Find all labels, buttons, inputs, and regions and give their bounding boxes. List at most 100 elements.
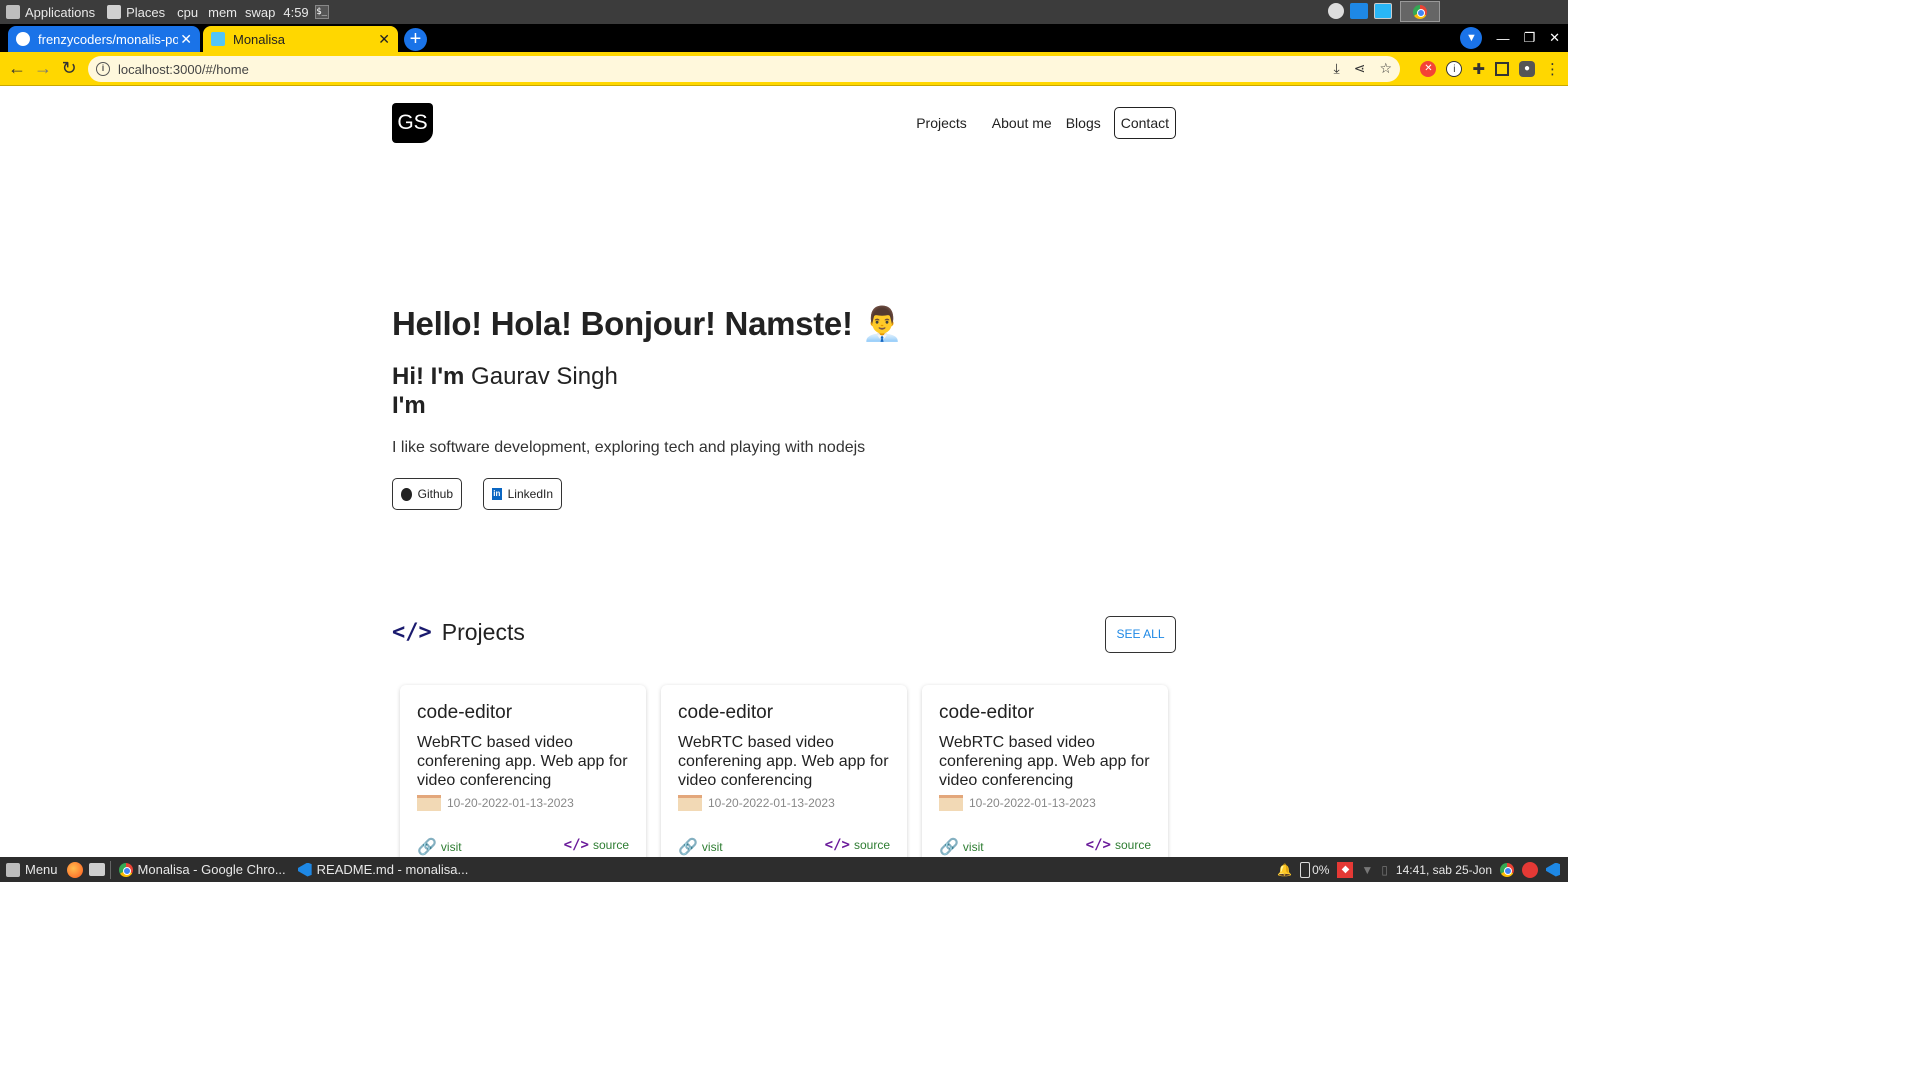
tab-monalisa[interactable]: Monalisa ✕: [203, 26, 398, 52]
project-date-text: 10-20-2022-01-13-2023: [447, 796, 574, 810]
ublock-icon[interactable]: ✕: [1420, 61, 1437, 77]
top-clock-label: 4:59: [283, 4, 309, 20]
menu-button[interactable]: Menu: [0, 857, 64, 882]
new-tab-button[interactable]: +: [404, 28, 427, 51]
nav-projects[interactable]: Projects: [909, 115, 974, 131]
github-icon: [401, 487, 412, 501]
project-title: code-editor: [678, 702, 774, 723]
battery-label: 0%: [1312, 862, 1330, 877]
back-icon[interactable]: ←: [6, 58, 28, 79]
clock[interactable]: 14:41, sab 25-Jon: [1396, 863, 1492, 877]
webpage: GS Projects About me Blogs Contact Hello…: [0, 87, 1568, 857]
github-button[interactable]: Github: [392, 478, 462, 510]
applications-menu[interactable]: Applications: [0, 0, 101, 24]
menu-icon: [6, 862, 20, 877]
files-launcher[interactable]: [86, 857, 108, 882]
close-icon[interactable]: ✕: [180, 31, 192, 48]
source-link[interactable]: </> source: [825, 837, 890, 853]
puzzle-icon[interactable]: ✚: [1472, 60, 1485, 78]
wifi-icon[interactable]: ▼: [1361, 863, 1373, 877]
system-tray: 🔔 0% ◆ ▼ ▯ 14:41, sab 25-Jon: [1277, 857, 1560, 882]
contact-button[interactable]: Contact: [1113, 107, 1176, 139]
battery-icon: [1300, 861, 1311, 878]
battery-indicator[interactable]: 0%: [1300, 861, 1330, 878]
places-label: Places: [126, 4, 166, 20]
vscode-icon[interactable]: [1546, 862, 1560, 877]
kebab-menu-icon[interactable]: ⋮: [1545, 60, 1560, 78]
info-icon[interactable]: i: [96, 62, 110, 76]
extension-icon[interactable]: i: [1446, 61, 1463, 77]
flutter-icon: [211, 32, 225, 46]
firefox-launcher[interactable]: [64, 857, 86, 882]
tab-github[interactable]: frenzycoders/monalis-por ✕: [8, 26, 200, 52]
chrome-icon: [1413, 5, 1427, 19]
project-card: code-editor WebRTC based video confereni…: [400, 685, 646, 857]
project-dates: 10-20-2022-01-13-2023: [417, 795, 574, 811]
window-icon-2[interactable]: [1374, 3, 1392, 19]
tab-label: frenzycoders/monalis-por: [38, 31, 178, 47]
install-icon[interactable]: ⤓: [1334, 60, 1340, 77]
applications-label: Applications: [25, 4, 96, 20]
folder-icon: [107, 5, 122, 19]
nav-blogs[interactable]: Blogs: [1059, 115, 1108, 131]
nav-about[interactable]: About me: [985, 115, 1059, 131]
code-icon: </>: [824, 837, 850, 853]
window-icon[interactable]: [1350, 3, 1368, 19]
address-bar[interactable]: i localhost:3000/#/home ⤓ ⋖ ☆: [88, 56, 1400, 82]
hero-hi: Hi! I'm: [392, 363, 465, 390]
site-logo[interactable]: GS: [392, 103, 433, 143]
close-window-icon[interactable]: ✕: [1549, 30, 1560, 46]
task-vscode[interactable]: README.md - monalisa...: [292, 857, 475, 882]
source-link[interactable]: </> source: [1086, 837, 1151, 853]
star-icon[interactable]: ☆: [1379, 60, 1392, 77]
firefox-icon: [66, 861, 83, 878]
chevron-down-icon[interactable]: ▼: [1460, 27, 1483, 49]
linkedin-button[interactable]: in LinkedIn: [483, 478, 562, 510]
reload-icon[interactable]: ↻: [58, 58, 80, 79]
share-icon[interactable]: ⋖: [1354, 60, 1366, 77]
chrome-icon[interactable]: [1500, 862, 1514, 877]
hero-greeting: Hello! Hola! Bonjour! Namste! 👨‍💼: [392, 305, 903, 342]
calendar-icon: [939, 795, 963, 811]
window-controls: ▼ — ❐ ✕: [1460, 24, 1560, 52]
project-dates: 10-20-2022-01-13-2023: [939, 795, 1096, 811]
cpu-monitor: cpu: [171, 0, 204, 24]
visit-link[interactable]: 🔗 visit: [678, 837, 723, 857]
source-label: source: [1114, 838, 1151, 852]
chrome-window-button[interactable]: [1400, 1, 1440, 22]
close-icon[interactable]: ✕: [378, 31, 390, 48]
visit-link[interactable]: 🔗 visit: [939, 837, 984, 857]
forward-icon[interactable]: →: [32, 58, 54, 79]
divider: [109, 860, 111, 879]
code-icon: </>: [392, 620, 432, 645]
minimize-icon[interactable]: —: [1496, 31, 1509, 46]
project-description: WebRTC based video conferening app. Web …: [939, 734, 1150, 789]
sidepanel-icon[interactable]: [1495, 62, 1509, 76]
mail-icon[interactable]: [1522, 861, 1538, 878]
cpu-label: cpu: [177, 4, 199, 20]
anydesk-icon[interactable]: ◆: [1337, 861, 1354, 878]
source-link[interactable]: </> source: [564, 837, 629, 853]
visit-label: visit: [701, 840, 723, 854]
bell-icon[interactable]: 🔔: [1277, 863, 1292, 877]
terminal-launcher[interactable]: $_: [313, 0, 331, 24]
profile-icon[interactable]: ●: [1519, 61, 1535, 77]
docker-icon[interactable]: [1328, 3, 1344, 19]
os-top-panel: Applications Places cpu mem swap 4:59 $_: [0, 0, 1568, 24]
visit-link[interactable]: 🔗 visit: [417, 837, 462, 857]
calendar-icon: [417, 795, 441, 811]
applications-icon: [6, 5, 20, 19]
omnibox-actions: ⤓ ⋖ ☆: [1334, 60, 1393, 77]
projects-heading: </> Projects: [392, 619, 525, 646]
places-menu[interactable]: Places: [101, 0, 171, 24]
see-all-button[interactable]: SEE ALL: [1105, 616, 1176, 653]
url-text[interactable]: localhost:3000/#/home: [118, 62, 249, 77]
network-icon[interactable]: ▯: [1381, 863, 1388, 877]
code-icon: </>: [1085, 837, 1111, 853]
calendar-icon: [678, 795, 702, 811]
task-chrome[interactable]: Monalisa - Google Chro...: [113, 857, 292, 882]
maximize-icon[interactable]: ❐: [1523, 30, 1535, 46]
linkedin-icon: in: [492, 488, 502, 500]
project-description: WebRTC based video conferening app. Web …: [678, 734, 889, 789]
project-card: code-editor WebRTC based video confereni…: [922, 685, 1168, 857]
